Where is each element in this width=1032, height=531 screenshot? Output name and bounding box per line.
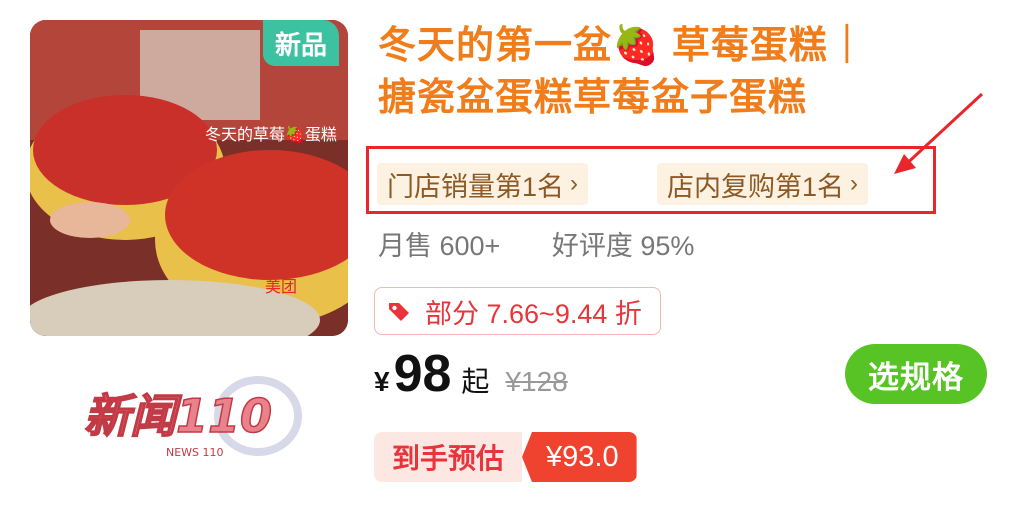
discount-tag[interactable]: 部分 7.66~9.44 折 [374, 287, 661, 335]
title-line-1: 冬天的第一盆🍓 草莓蛋糕｜ [378, 25, 867, 67]
price-value: 98 [393, 345, 452, 403]
new-badge: 新品 [263, 20, 340, 66]
annotation-arrow-icon [894, 92, 984, 174]
rank-highlight-box: 门店销量第1名 › 店内复购第1名 › [366, 146, 936, 214]
chevron-right-icon: › [570, 170, 579, 197]
thumb-caption: 冬天的草莓🍓蛋糕 [205, 125, 337, 144]
product-image[interactable]: 冬天的草莓🍓蛋糕 美团 [30, 20, 348, 336]
discount-text: 部分 7.66~9.44 折 [425, 298, 642, 329]
strawberry-cake-photo: 冬天的草莓🍓蛋糕 美团 [30, 20, 348, 336]
sales-stats: 月售 600+ 好评度 95% [378, 224, 694, 263]
rank-tag-sales[interactable]: 门店销量第1名 › [377, 163, 589, 205]
original-price: ¥128 [505, 366, 568, 397]
rank-tag-repurchase[interactable]: 店内复购第1名 › [657, 163, 869, 205]
product-card[interactable]: 冬天的草莓🍓蛋糕 美团 新品 新闻110 NEWS 110 冬天的第一盆🍓 草莓… [0, 0, 1032, 531]
price-suffix: 起 [461, 366, 490, 397]
select-spec-button[interactable]: 选规格 [845, 344, 987, 404]
estimated-price: 到手预估 ¥93.0 [374, 432, 637, 482]
rank-tag-sales-label: 门店销量第1名 [387, 171, 565, 202]
news-logo-text: 新闻110 [84, 389, 272, 443]
monthly-sales: 月售 600+ [378, 231, 501, 261]
estimate-label: 到手预估 [374, 432, 523, 482]
news-logo-sub: NEWS 110 [166, 446, 224, 459]
chevron-right-icon: › [850, 170, 859, 197]
price-row: ¥ 98 起 ¥128 [374, 344, 568, 404]
tag-icon [389, 303, 409, 321]
rating: 好评度 95% [551, 231, 695, 261]
estimate-value: ¥93.0 [522, 432, 637, 482]
thumb-watermark: 美团 [265, 277, 297, 296]
rank-tag-repurchase-label: 店内复购第1名 [667, 171, 845, 202]
news110-logo: 新闻110 NEWS 110 [83, 376, 302, 459]
price-currency: ¥ [374, 366, 390, 397]
